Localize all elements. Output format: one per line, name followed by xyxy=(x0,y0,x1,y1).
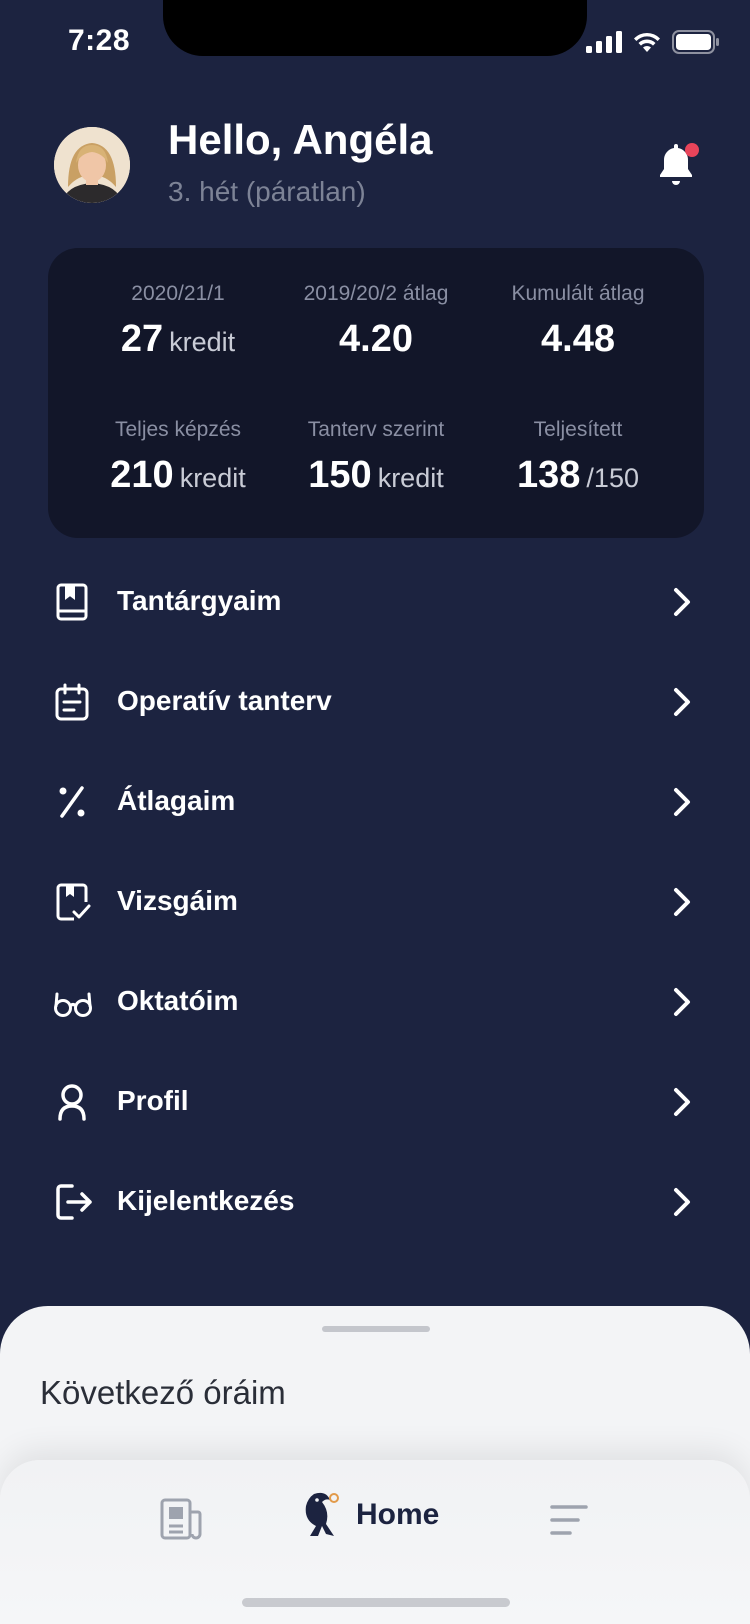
week-subtitle: 3. hét (páratlan) xyxy=(168,176,366,207)
menu-lines-icon xyxy=(550,1505,588,1535)
menu-item-curriculum[interactable]: Operatív tanterv xyxy=(0,652,750,752)
tab-home[interactable]: Home xyxy=(300,1480,470,1550)
stat-semester-credits: 2020/21/1 27 kredit xyxy=(78,282,278,361)
status-icons xyxy=(586,30,720,54)
chevron-right-icon xyxy=(674,1088,690,1116)
stat-value: 138 xyxy=(517,454,581,496)
stats-card: 2020/21/1 27 kredit 2019/20/2 átlag 4.20 … xyxy=(48,248,704,538)
sheet-title: Következő óráim xyxy=(40,1374,286,1411)
stat-unit: kredit xyxy=(179,463,246,493)
chevron-right-icon xyxy=(674,588,690,616)
stat-value: 27 xyxy=(120,318,164,360)
home-indicator[interactable] xyxy=(242,1598,510,1607)
bell-icon xyxy=(660,143,699,185)
menu-item-label: Profil xyxy=(117,1085,189,1116)
stat-curriculum-credits: Tanterv szerint 150 kredit xyxy=(276,418,476,497)
menu-item-subjects[interactable]: Tantárgyaim xyxy=(0,552,750,652)
menu-item-label: Kijelentkezés xyxy=(117,1185,295,1216)
stat-unit: /150 xyxy=(586,463,639,493)
stat-unit: kredit xyxy=(377,463,444,493)
glasses-icon xyxy=(54,992,92,1017)
stat-total-credits: Teljes képzés 210 kredit xyxy=(78,418,278,497)
status-time: 7:28 xyxy=(68,24,131,57)
bird-logo-icon xyxy=(305,1492,339,1536)
battery-icon xyxy=(672,30,719,54)
menu-item-exams[interactable]: Vizsgáim xyxy=(0,852,750,952)
clipboard-icon xyxy=(55,683,89,721)
news-icon xyxy=(160,1498,202,1540)
stat-value: 4.20 xyxy=(339,318,413,360)
stat-completed: Teljesített 138/150 xyxy=(478,418,678,497)
avatar[interactable] xyxy=(54,127,130,203)
percent-icon xyxy=(59,786,85,818)
chevron-right-icon xyxy=(674,1188,690,1216)
stat-previous-average: 2019/20/2 átlag 4.20 xyxy=(276,282,476,361)
stat-label: 2019/20/2 átlag xyxy=(303,282,449,305)
chevron-right-icon xyxy=(674,688,690,716)
greeting-title: Hello, Angéla xyxy=(168,116,433,163)
stat-label: Teljesített xyxy=(533,418,623,441)
menu-item-teachers[interactable]: Oktatóim xyxy=(0,952,750,1052)
exam-check-icon xyxy=(56,883,91,921)
wifi-icon xyxy=(634,32,660,52)
menu-item-label: Oktatóim xyxy=(117,985,239,1016)
menu-item-label: Operatív tanterv xyxy=(117,685,332,716)
chevron-right-icon xyxy=(674,988,690,1016)
menu-item-label: Átlagaim xyxy=(117,785,236,816)
logout-icon xyxy=(56,1184,92,1220)
menu-item-profile[interactable]: Profil xyxy=(0,1052,750,1152)
user-icon xyxy=(58,1084,86,1121)
stat-value: 150 xyxy=(308,454,372,496)
tab-menu[interactable] xyxy=(550,1504,590,1541)
chevron-right-icon xyxy=(674,788,690,816)
menu-item-label: Tantárgyaim xyxy=(117,585,282,616)
menu-item-label: Vizsgáim xyxy=(117,885,238,916)
stat-value: 210 xyxy=(110,454,174,496)
tab-home-label: Home xyxy=(356,1498,440,1531)
stat-unit: kredit xyxy=(169,327,236,357)
stat-label: Tanterv szerint xyxy=(307,418,445,441)
notification-dot-icon xyxy=(685,143,699,157)
menu-item-logout[interactable]: Kijelentkezés xyxy=(0,1152,750,1252)
signal-icon xyxy=(586,31,622,53)
camera-notch xyxy=(163,0,587,56)
stat-label: Kumulált átlag xyxy=(511,282,645,305)
stat-label: 2020/21/1 xyxy=(131,282,225,305)
menu-item-averages[interactable]: Átlagaim xyxy=(0,752,750,852)
stat-label: Teljes képzés xyxy=(114,418,242,441)
tab-news[interactable] xyxy=(160,1498,202,1547)
status-bar: 7:28 xyxy=(0,0,750,90)
sheet-drag-handle[interactable] xyxy=(322,1326,430,1332)
notifications-button[interactable] xyxy=(656,140,704,188)
stat-value: 4.48 xyxy=(541,318,615,360)
chevron-right-icon xyxy=(674,888,690,916)
profile-photo xyxy=(54,127,130,203)
book-icon xyxy=(56,583,88,621)
stat-cumulative-average: Kumulált átlag 4.48 xyxy=(478,282,678,361)
